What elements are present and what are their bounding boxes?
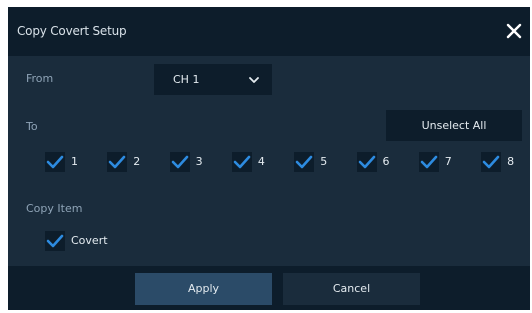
checkmark-icon [45, 231, 65, 251]
checkmark-icon [107, 152, 128, 172]
from-label: From [26, 72, 54, 85]
channel-checkbox-5-label: 5 [320, 155, 328, 168]
channel-checkbox-4-label: 4 [257, 155, 265, 168]
checkmark-icon [481, 152, 502, 172]
dialog-titlebar: Copy Covert Setup [8, 7, 530, 56]
channel-checkbox-1-label: 1 [71, 155, 78, 168]
channel-checkbox-3-label: 3 [195, 155, 203, 168]
copy-item-checkbox-covert-label: Covert [71, 234, 108, 247]
checkmark-icon [418, 152, 439, 172]
checkmark-icon [45, 152, 65, 172]
channel-checkbox-8-label: 8 [507, 155, 515, 168]
apply-button[interactable]: Apply [135, 273, 272, 305]
source-channel-select[interactable]: CH 1 [154, 64, 272, 95]
channel-checkbox-6-label: 6 [382, 155, 390, 168]
source-channel-value: CH 1 [173, 73, 200, 86]
dialog-title: Copy Covert Setup [17, 24, 127, 38]
checkmark-icon [169, 152, 190, 172]
cancel-button[interactable]: Cancel [283, 273, 420, 305]
copy-covert-dialog: Copy Covert Setup From CH 1 To Unselect … [8, 7, 530, 310]
copy-item-label: Copy Item [26, 202, 83, 215]
checkmark-icon [231, 152, 252, 172]
channel-checkbox-7-label: 7 [444, 155, 452, 168]
to-label: To [26, 120, 38, 133]
unselect-all-button[interactable]: Unselect All [386, 110, 522, 141]
chevron-down-icon [249, 77, 259, 83]
close-icon[interactable] [504, 21, 524, 41]
checkmark-icon [294, 152, 315, 172]
checkmark-icon [356, 152, 377, 172]
channel-checkbox-2-label: 2 [133, 155, 141, 168]
